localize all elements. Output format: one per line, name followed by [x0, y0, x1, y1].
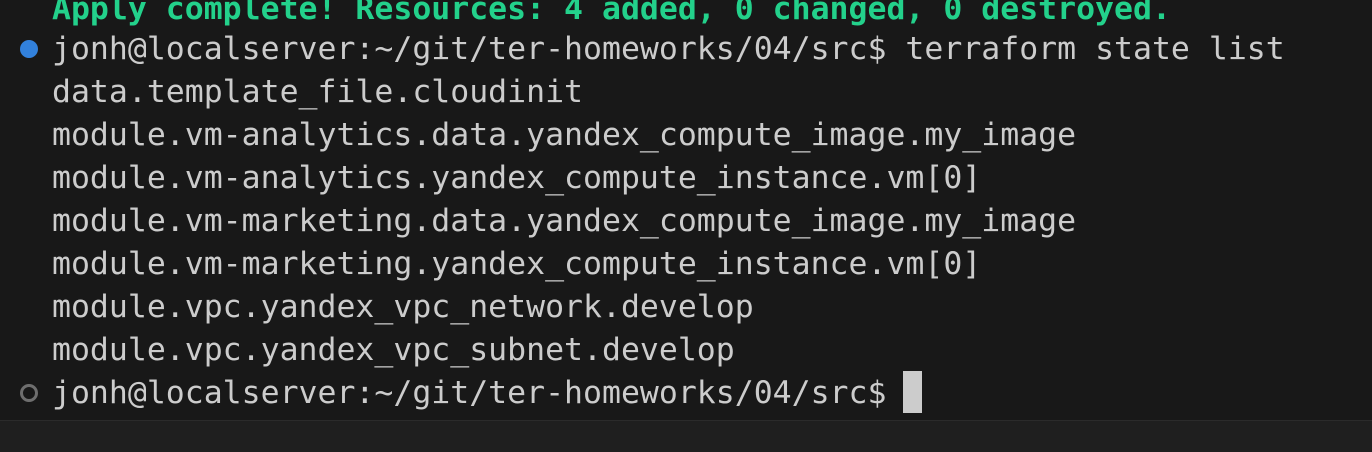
terminal-panel[interactable]: Apply complete! Resources: 4 added, 0 ch…: [0, 0, 1372, 420]
terminal-bottom-edge: [0, 420, 1372, 452]
output-line: module.vpc.yandex_vpc_network.develop: [52, 289, 754, 325]
output-line: module.vm-marketing.yandex_compute_insta…: [52, 246, 982, 282]
output-line: module.vpc.yandex_vpc_subnet.develop: [52, 332, 735, 368]
command-success-dot-icon[interactable]: [20, 40, 38, 58]
output-line: data.template_file.cloudinit: [52, 74, 584, 110]
output-line: module.vm-marketing.data.yandex_compute_…: [52, 203, 1077, 239]
current-prompt-line[interactable]: jonh@localserver:~/git/ter-homeworks/04/…: [52, 371, 923, 415]
current-prompt-text: jonh@localserver:~/git/ter-homeworks/04/…: [52, 375, 887, 411]
output-line: module.vm-analytics.yandex_compute_insta…: [52, 160, 982, 196]
prompt-text: jonh@localserver:~/git/ter-homeworks/04/…: [52, 31, 887, 67]
apply-complete-message: Apply complete! Resources: 4 added, 0 ch…: [52, 0, 1171, 27]
command-line: jonh@localserver:~/git/ter-homeworks/04/…: [52, 28, 1285, 71]
command-pending-circle-icon[interactable]: [20, 384, 38, 402]
terminal-cursor: [903, 371, 923, 413]
output-line: module.vm-analytics.data.yandex_compute_…: [52, 117, 1077, 153]
command-text: terraform state list: [905, 31, 1285, 67]
